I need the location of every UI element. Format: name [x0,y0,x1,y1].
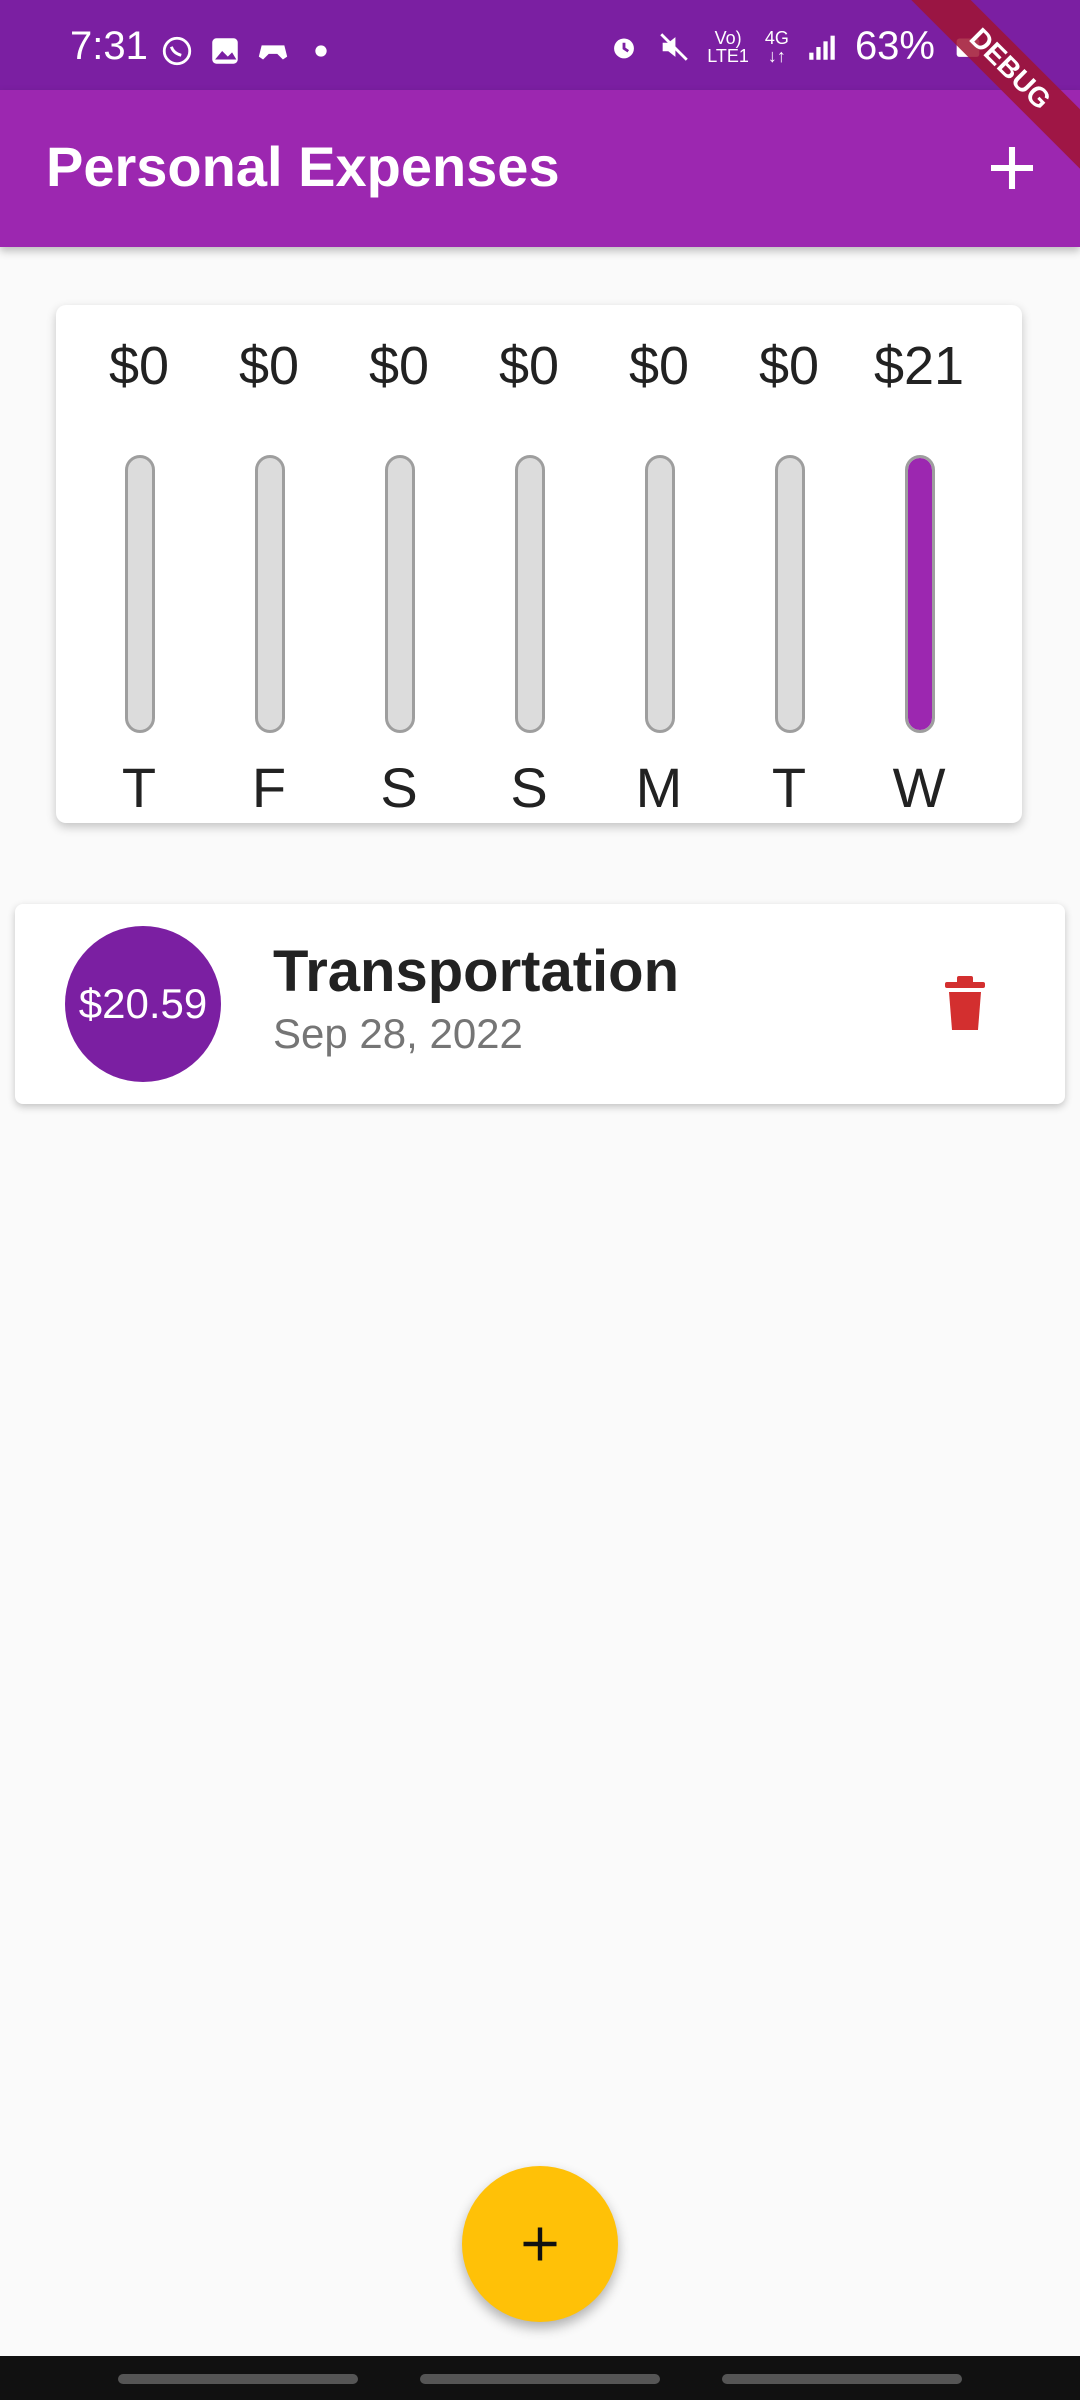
add-transaction-fab[interactable] [462,2166,618,2322]
chart-bar-day-label: S [510,756,548,819]
chart-bar-track [255,455,285,733]
mute-icon [660,32,688,61]
chart-bar-amount: $0 [368,336,430,396]
debug-banner: DEBUG [900,0,1080,180]
transaction-date: Sep 28, 2022 [273,1010,523,1057]
chart-bar-day-label: T [121,756,157,819]
chart-bar-track [645,455,675,733]
chart-bar-track [775,455,805,733]
add-icon [523,2227,557,2261]
chart-bar-amount: $21 [873,336,965,396]
chart-bar-day-label: W [892,756,946,819]
chart-bar-amount: $0 [108,336,170,396]
chart-bar-day-label: T [771,756,807,819]
transaction-title: Transportation [273,939,680,1004]
signal-icon [809,35,835,60]
nav-back-button[interactable] [722,2374,962,2384]
network-type: 4G [764,27,789,48]
chart-bar-track [905,455,935,733]
transaction-amount-avatar: $20.59 [65,926,221,1082]
status-notification-icons [160,34,338,68]
volte-icon: Vo) LTE1 [707,29,749,65]
volte-bottom: LTE1 [707,45,749,66]
chart-bar-amount: $0 [238,336,300,396]
chart-bar-day-0: $0 T [74,335,204,819]
gallery-icon [212,38,238,64]
volte-top: Vo) [714,27,742,48]
debug-label: DEBUG [900,0,1080,180]
notification-dot-icon [315,45,327,57]
chart-bar-day-label: S [380,756,418,819]
chart-bar-day-6: $21 W [854,335,984,819]
whatsapp-icon [162,36,192,66]
system-nav-bar [0,2356,1080,2400]
chart-bar-day-3: $0 S [464,335,594,819]
chart-bar-day-5: $0 T [724,335,854,819]
chart-bar-track [515,455,545,733]
status-time: 7:31 [70,24,148,68]
chart-bar-amount: $0 [498,336,560,396]
chart-bar-track [125,455,155,733]
chart-bar-day-label: F [251,756,287,819]
weekly-chart-card: $0 T $0 F $0 S $0 S $0 M $0 T $21 W [56,305,1022,823]
chart-bar-day-2: $0 S [334,335,464,819]
chart-bar-amount: $0 [758,336,820,396]
page-title: Personal Expenses [46,135,560,198]
alarm-icon [614,38,635,58]
4g-icon: 4G ↓↑ [765,29,789,65]
transaction-card: $20.59 Transportation Sep 28, 2022 [15,904,1065,1104]
data-arrows: ↓↑ [767,45,786,66]
trash-icon[interactable] [943,976,987,1032]
chart-bar-day-label: M [635,756,683,819]
chart-bar-amount: $0 [628,336,690,396]
chart-bar-fill [908,458,932,730]
chart-bar-track [385,455,415,733]
nav-home-button[interactable] [420,2374,660,2384]
chart-bar-day-1: $0 F [204,335,334,819]
nav-recent-button[interactable] [118,2374,358,2384]
game-icon [258,45,288,60]
chart-bar-day-4: $0 M [594,335,724,819]
